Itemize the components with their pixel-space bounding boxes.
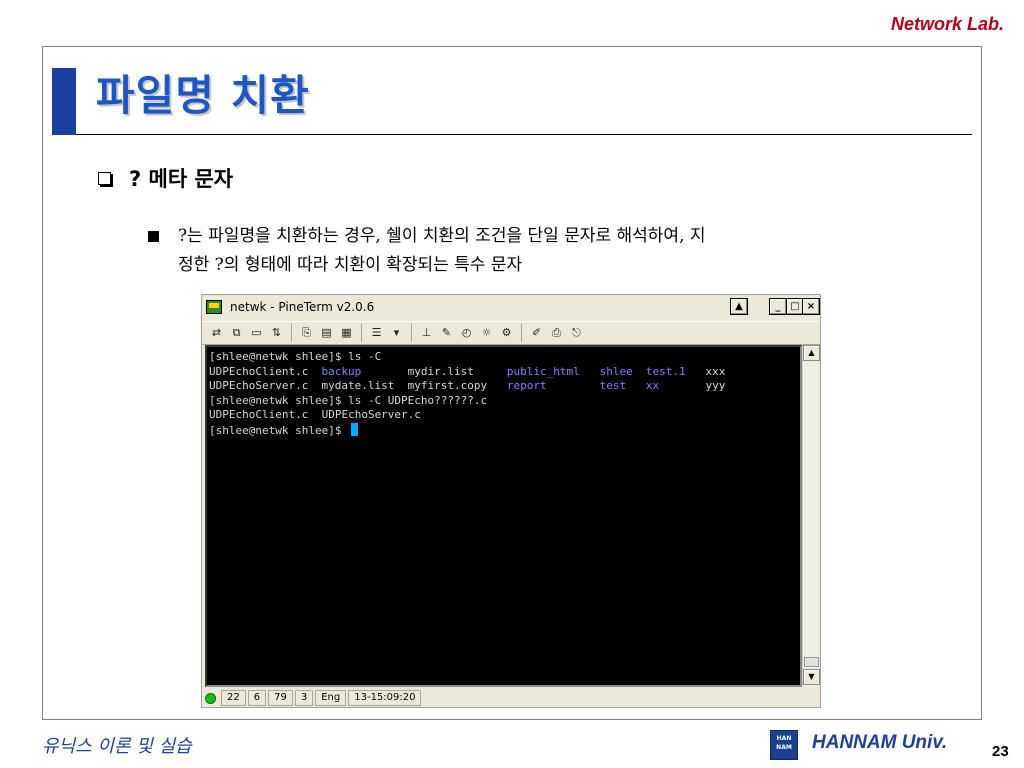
toolbar-separator — [521, 324, 522, 342]
terminal-text: mydir.list — [407, 364, 474, 378]
window-extra-button[interactable]: ▲ — [730, 298, 748, 315]
status-cell: 13-15:09:20 — [348, 690, 422, 706]
connect-icon[interactable]: ⇄ — [208, 325, 225, 341]
edit-icon[interactable]: ✐ — [528, 325, 545, 341]
status-cell: 79 — [268, 690, 293, 706]
scroll-down-icon[interactable]: ▼ — [803, 669, 820, 685]
university-logo: HAN NAM — [770, 730, 798, 760]
title-accent-bar — [52, 68, 76, 135]
terminal-text: [shlee@netwk shlee]$ ls -C UDPEcho??????… — [209, 393, 488, 407]
capture-icon[interactable]: ◴ — [458, 325, 475, 341]
terminal-line: [shlee@netwk shlee]$ — [209, 422, 800, 439]
dropdown-icon[interactable]: ▾ — [388, 325, 405, 341]
line-icon[interactable]: ⊥ — [418, 325, 435, 341]
terminal-text: myfirst.copy — [407, 379, 488, 393]
bullet-body-line-2: 정한 ?의 형태에 따라 치환이 확장되는 특수 문자 — [178, 255, 523, 275]
status-cell: 6 — [247, 690, 267, 706]
bullet-heading-text: ? 메타 문자 — [129, 167, 234, 191]
minimize-button[interactable]: _ — [769, 298, 787, 315]
terminal-output[interactable]: [shlee@netwk shlee]$ ls -C UDPEchoClient.… — [205, 345, 802, 687]
window-titlebar[interactable]: netwk - PineTerm v2.0.6 ▲ _ □ × — [202, 295, 820, 319]
status-cell: Eng — [315, 690, 347, 706]
scroll-thumb[interactable] — [804, 657, 819, 667]
terminal-dir-entry: test — [599, 379, 627, 393]
terminal-text: [shlee@netwk shlee]$ ls -C — [209, 350, 382, 363]
terminal-line: UDPEchoClient.c backup mydir.list public_ht… — [209, 365, 800, 380]
terminal-text: UDPEchoClient.c UDPEchoServer.c — [209, 408, 421, 422]
window-title: netwk - PineTerm v2.0.6 — [230, 300, 375, 314]
pineterm-window: netwk - PineTerm v2.0.6 ▲ _ □ × ⇄ ⧉ ▭ ⇅ ⎘ ▤ ▦ ☰… — [201, 294, 821, 708]
scroll-up-icon[interactable]: ▲ — [803, 345, 820, 361]
bullet-heading: ? 메타 문자 — [98, 163, 233, 193]
terminal-text: mydate.list — [321, 379, 395, 393]
menu-icon[interactable]: ☰ — [368, 325, 385, 341]
print-icon[interactable]: ⎙ — [548, 325, 565, 341]
square-bullet-icon — [148, 231, 159, 242]
terminal-text: yyy — [705, 379, 726, 393]
disconnect-icon[interactable]: ⧉ — [228, 325, 245, 341]
toolbar-separator — [411, 324, 412, 342]
terminal-text: xxx — [705, 364, 726, 378]
terminal-text: UDPEchoServer.c — [209, 379, 309, 393]
terminal-line: [shlee@netwk shlee]$ ls -C — [209, 350, 800, 365]
transfer-icon[interactable]: ⇅ — [268, 325, 285, 341]
terminal-line: UDPEchoServer.c mydate.list myfirst.copy re… — [209, 379, 800, 394]
close-button[interactable]: × — [802, 298, 820, 315]
checkbox-bullet-icon — [98, 171, 111, 185]
slide-title: 파일명 치환 — [96, 71, 310, 120]
copy-icon[interactable]: ⎘ — [298, 325, 315, 341]
terminal-scrollbar[interactable]: ▲ ▼ — [802, 345, 820, 687]
title-divider — [76, 134, 972, 135]
terminal-text: UDPEchoClient.c — [209, 364, 309, 378]
toolbar-separator — [361, 324, 362, 342]
lab-label: Network Lab. — [890, 14, 1004, 34]
terminal-dir-entry: report — [506, 379, 547, 393]
paste-all-icon[interactable]: ▦ — [338, 325, 355, 341]
terminal-cursor — [351, 422, 359, 436]
settings-icon[interactable]: ⚙ — [498, 325, 515, 341]
pineterm-app-icon — [206, 300, 222, 314]
exit-icon[interactable]: ⎋ — [568, 325, 585, 341]
window-statusbar: 22 6 79 3 Eng 13-15:09:20 — [202, 688, 820, 708]
course-name: 유닉스 이론 및 실습 — [42, 736, 192, 757]
terminal-dir-entry: public_html — [506, 364, 580, 378]
terminal-dir-entry: shlee — [599, 364, 633, 378]
terminal-line: [shlee@netwk shlee]$ ls -C UDPEcho??????… — [209, 394, 800, 409]
terminal-dir-entry: xx — [645, 379, 660, 393]
log-icon[interactable]: ✎ — [438, 325, 455, 341]
bullet-body-line-1: ?는 파일명을 치환하는 경우, 쉘이 치환의 조건을 단일 문자로 해석하여,… — [178, 226, 706, 246]
connection-status-icon — [205, 692, 216, 704]
terminal-line: UDPEchoClient.c UDPEchoServer.c — [209, 408, 800, 423]
paste-icon[interactable]: ▤ — [318, 325, 335, 341]
terminal-text: [shlee@netwk shlee]$ — [209, 422, 359, 439]
bullet-body: ?는 파일명을 치환하는 경우, 쉘이 치환의 조건을 단일 문자로 해석하여,… — [148, 222, 948, 280]
status-cell: 22 — [221, 690, 246, 706]
new-window-icon[interactable]: ▭ — [248, 325, 265, 341]
terminal-dir-entry: backup — [321, 364, 362, 378]
terminal-dir-entry: test.1 — [645, 364, 686, 378]
toolbar-separator — [291, 324, 292, 342]
window-toolbar: ⇄ ⧉ ▭ ⇅ ⎘ ▤ ▦ ☰ ▾ ⊥ ✎ ◴ ☼ ⚙ ✐ ⎙ ⎋ — [202, 321, 820, 345]
university-name: HANNAM Univ. — [812, 732, 948, 753]
page-number: 23 — [992, 743, 1009, 760]
slow-icon[interactable]: ☼ — [478, 325, 495, 341]
status-cell: 3 — [294, 690, 314, 706]
